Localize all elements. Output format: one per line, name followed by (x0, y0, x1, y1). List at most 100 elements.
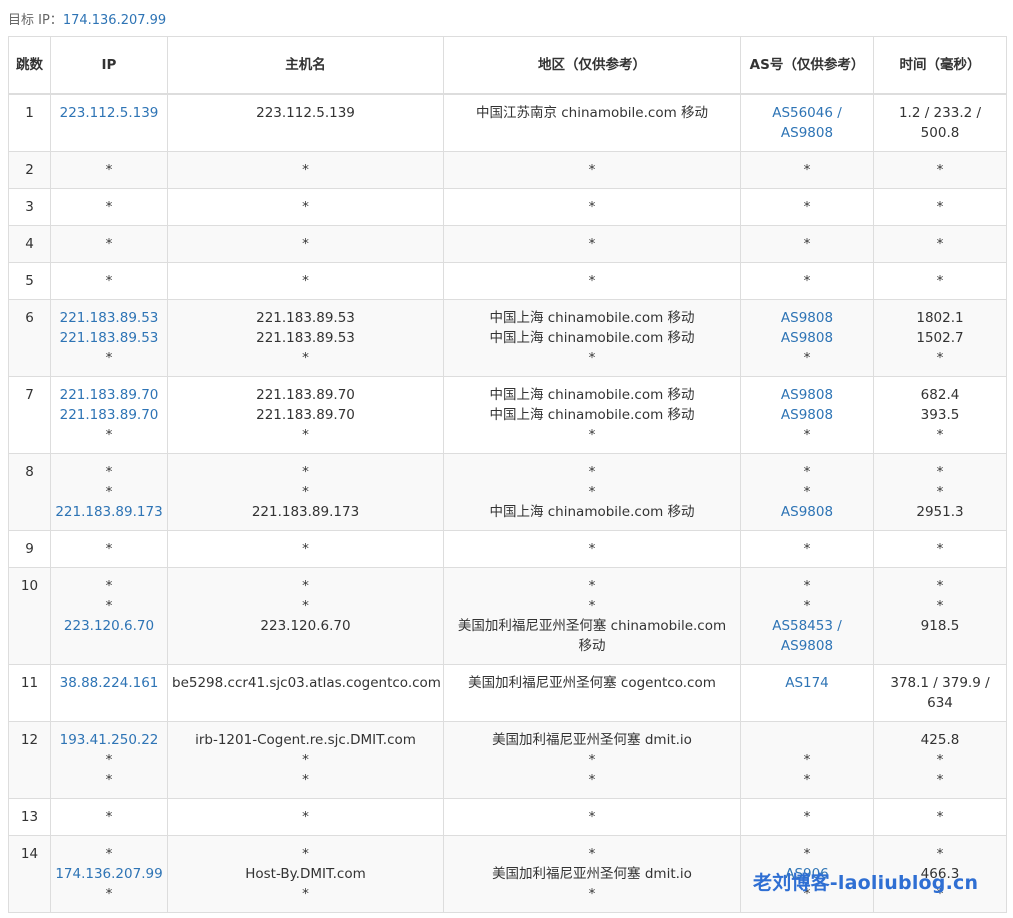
cell-as-number-line (745, 730, 869, 750)
cell-ip-link[interactable]: 221.183.89.53 (55, 328, 163, 348)
cell-ip: 223.112.5.139 (50, 93, 168, 152)
cell-hostname: be5298.ccr41.sjc03.atlas.cogentco.com (167, 664, 444, 722)
cell-ip: * 174.136.207.99 * (50, 835, 168, 913)
cell-location: 美国加利福尼亚州圣何塞 cogentco.com (443, 664, 741, 722)
target-ip-label: 目标 IP： (8, 13, 63, 28)
cell-hostname-line: 223.112.5.139 (256, 105, 355, 121)
cell-location-line: 中国江苏南京 chinamobile.com 移动 (475, 105, 709, 121)
cell-as-number-link[interactable]: AS58453 / (745, 616, 869, 636)
cell-location-line: 移动 (578, 638, 606, 654)
watermark: 老刘博客-laoliublog.cn (753, 872, 979, 894)
cell-ip-link[interactable]: 223.120.6.70 (55, 616, 163, 636)
cell-location-line: 美国加利福尼亚州圣何塞 cogentco.com (468, 675, 716, 691)
cell-as-number: * * AS58453 /AS9808 (740, 567, 874, 665)
cell-time-line: * (936, 236, 944, 252)
cell-ip-link[interactable]: 221.183.89.70 (55, 405, 163, 425)
cell-time-line: * (936, 484, 944, 500)
cell-as-number-link[interactable]: AS9808 (745, 502, 869, 522)
cell-hostname-line: Host-By.DMIT.com (245, 866, 366, 882)
cell-ip: 38.88.224.161 (50, 664, 168, 722)
cell-ip-line: * (105, 162, 113, 178)
cell-time-line: 425.8 (920, 732, 960, 748)
cell-time-line: * (936, 350, 944, 366)
cell-as-number-link[interactable]: AS9808 (745, 328, 869, 348)
cell-time-line: 500.8 (920, 125, 960, 141)
cell-ip-link[interactable]: 193.41.250.22 (55, 730, 163, 750)
cell-hostname-line: 221.183.89.53 (256, 310, 355, 326)
cell-location: * * 美国加利福尼亚州圣何塞 chinamobile.com 移动 (443, 567, 741, 665)
header-ip: IP (50, 36, 168, 95)
cell-hostname-line: * (302, 846, 309, 862)
cell-as-number-link[interactable]: AS9808 (745, 405, 869, 425)
cell-hostname-line: * (302, 350, 309, 366)
cell-hostname-line: 221.183.89.70 (256, 387, 355, 403)
cell-ip-link[interactable]: 223.112.5.139 (55, 103, 163, 123)
cell-hop: 6 (8, 299, 51, 377)
target-ip-line: 目标 IP：174.136.207.99 (8, 9, 166, 28)
cell-as-number-link[interactable]: AS174 (745, 673, 869, 693)
header-hostname: 主机名 (167, 36, 444, 95)
cell-as-number-line: * (803, 578, 811, 594)
cell-as-number-link[interactable]: AS9808 (745, 385, 869, 405)
table-row: 8 * * 221.183.89.173 * * 221.183.89.173 * * 中国上海 … (8, 453, 1007, 531)
cell-location: 中国江苏南京 chinamobile.com 移动 (443, 93, 741, 152)
target-ip-value: 174.136.207.99 (62, 13, 167, 28)
cell-hostname-line: * (302, 484, 309, 500)
cell-ip-link[interactable]: 221.183.89.53 (55, 308, 163, 328)
cell-location-line: 美国加利福尼亚州圣何塞 dmit.io (492, 866, 692, 882)
cell-location-line: * (588, 236, 596, 252)
cell-location-line: 中国上海 chinamobile.com 移动 (489, 310, 695, 326)
cell-hostname: * (167, 188, 444, 226)
table-row: 5 * * * * * (8, 262, 1007, 300)
cell-location-line: * (588, 484, 596, 500)
cell-as-number-link[interactable]: AS9808 (745, 308, 869, 328)
cell-location: * (443, 530, 741, 568)
cell-hostname-line: * (302, 427, 309, 443)
cell-as-number-link[interactable]: AS9808 (745, 123, 869, 143)
cell-as-number-link[interactable]: AS56046 / (745, 103, 869, 123)
cell-hostname: * Host-By.DMIT.com * (167, 835, 444, 913)
cell-hop: 11 (8, 664, 51, 722)
cell-location-line: 美国加利福尼亚州圣何塞 chinamobile.com (457, 618, 727, 634)
cell-time: * (873, 530, 1007, 568)
cell-as-number-line: * (803, 752, 811, 768)
cell-ip-link[interactable]: 174.136.207.99 (55, 864, 163, 884)
cell-hop: 2 (8, 151, 51, 189)
cell-time-line: * (936, 162, 944, 178)
cell-hop: 14 (8, 835, 51, 913)
cell-hostname-line: * (302, 886, 309, 902)
cell-location-line: * (588, 846, 596, 862)
table-row: 12 193.41.250.22 * * irb-1201-Cogent.re.sjc.… (8, 721, 1007, 799)
cell-ip-line: * (105, 752, 113, 768)
cell-location-line: 中国上海 chinamobile.com 移动 (489, 330, 695, 346)
cell-location-line: * (588, 772, 596, 788)
cell-ip-link[interactable]: 38.88.224.161 (55, 673, 163, 693)
cell-ip-link[interactable]: 221.183.89.70 (55, 385, 163, 405)
cell-hop: 13 (8, 798, 51, 836)
table-row: 13 * * * * * (8, 798, 1007, 836)
table-header-row: 跳数 IP 主机名 地区（仅供参考） AS号（仅供参考） 时间（毫秒） (8, 36, 1007, 95)
cell-hostname: * (167, 262, 444, 300)
cell-as-number-link[interactable]: AS9808 (745, 636, 869, 656)
cell-location-line: 美国加利福尼亚州圣何塞 dmit.io (492, 732, 692, 748)
cell-hop: 5 (8, 262, 51, 300)
cell-time-line: 378.1 / 379.9 / (890, 675, 990, 691)
cell-time-line: 634 (927, 695, 953, 711)
cell-as-number-line: * (803, 236, 811, 252)
cell-as-number-line: * (803, 541, 811, 557)
cell-ip-line: * (105, 236, 113, 252)
cell-location: * (443, 798, 741, 836)
cell-location: * (443, 225, 741, 263)
cell-location-line: * (588, 162, 596, 178)
cell-time: 682.4 393.5 * (873, 376, 1007, 454)
cell-hostname-line: * (302, 578, 309, 594)
cell-time: * * 2951.3 (873, 453, 1007, 531)
cell-ip-link[interactable]: 221.183.89.173 (55, 502, 163, 522)
cell-time-line: 1802.1 (916, 310, 964, 326)
cell-as-number: AS9808 AS9808 * (740, 299, 874, 377)
cell-hostname-line: 223.120.6.70 (260, 618, 351, 634)
cell-ip: 221.183.89.70 221.183.89.70 * (50, 376, 168, 454)
cell-hostname-line: 221.183.89.173 (251, 504, 360, 520)
cell-location-line: * (588, 598, 596, 614)
cell-as-number: AS174 (740, 664, 874, 722)
